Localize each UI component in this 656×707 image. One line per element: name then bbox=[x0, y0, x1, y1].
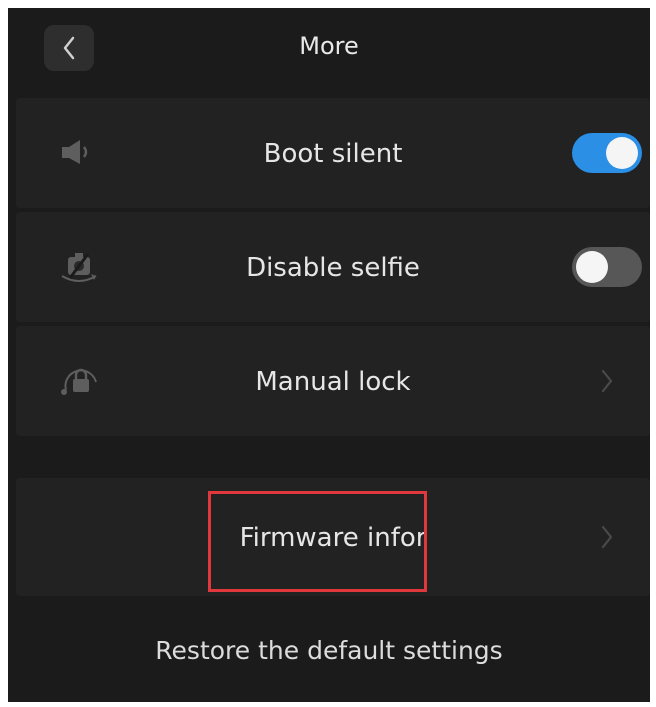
setting-row-firmware-info[interactable]: Firmware infor bbox=[16, 478, 650, 596]
disable-selfie-toggle[interactable] bbox=[572, 247, 642, 287]
screen: More Boot silent Disable selfie Manual l… bbox=[8, 8, 650, 702]
toggle-knob bbox=[606, 137, 638, 169]
setting-row-manual-lock[interactable]: Manual lock bbox=[16, 326, 650, 436]
setting-label-boot-silent: Boot silent bbox=[263, 139, 403, 169]
chevron-right-icon bbox=[601, 369, 613, 393]
setting-row-disable-selfie: Disable selfie bbox=[16, 212, 650, 322]
chevron-right-icon bbox=[601, 525, 613, 549]
setting-row-boot-silent: Boot silent bbox=[16, 98, 650, 208]
header: More bbox=[8, 8, 650, 94]
page-title: More bbox=[299, 32, 359, 60]
setting-label-manual-lock: Manual lock bbox=[255, 367, 411, 397]
restore-default-button[interactable]: Restore the default settings bbox=[8, 602, 650, 702]
restore-label: Restore the default settings bbox=[155, 636, 503, 665]
toggle-knob bbox=[576, 251, 608, 283]
setting-label-disable-selfie: Disable selfie bbox=[246, 253, 420, 283]
setting-label-firmware-info: Firmware infor bbox=[239, 523, 427, 553]
boot-silent-toggle[interactable] bbox=[572, 133, 642, 173]
